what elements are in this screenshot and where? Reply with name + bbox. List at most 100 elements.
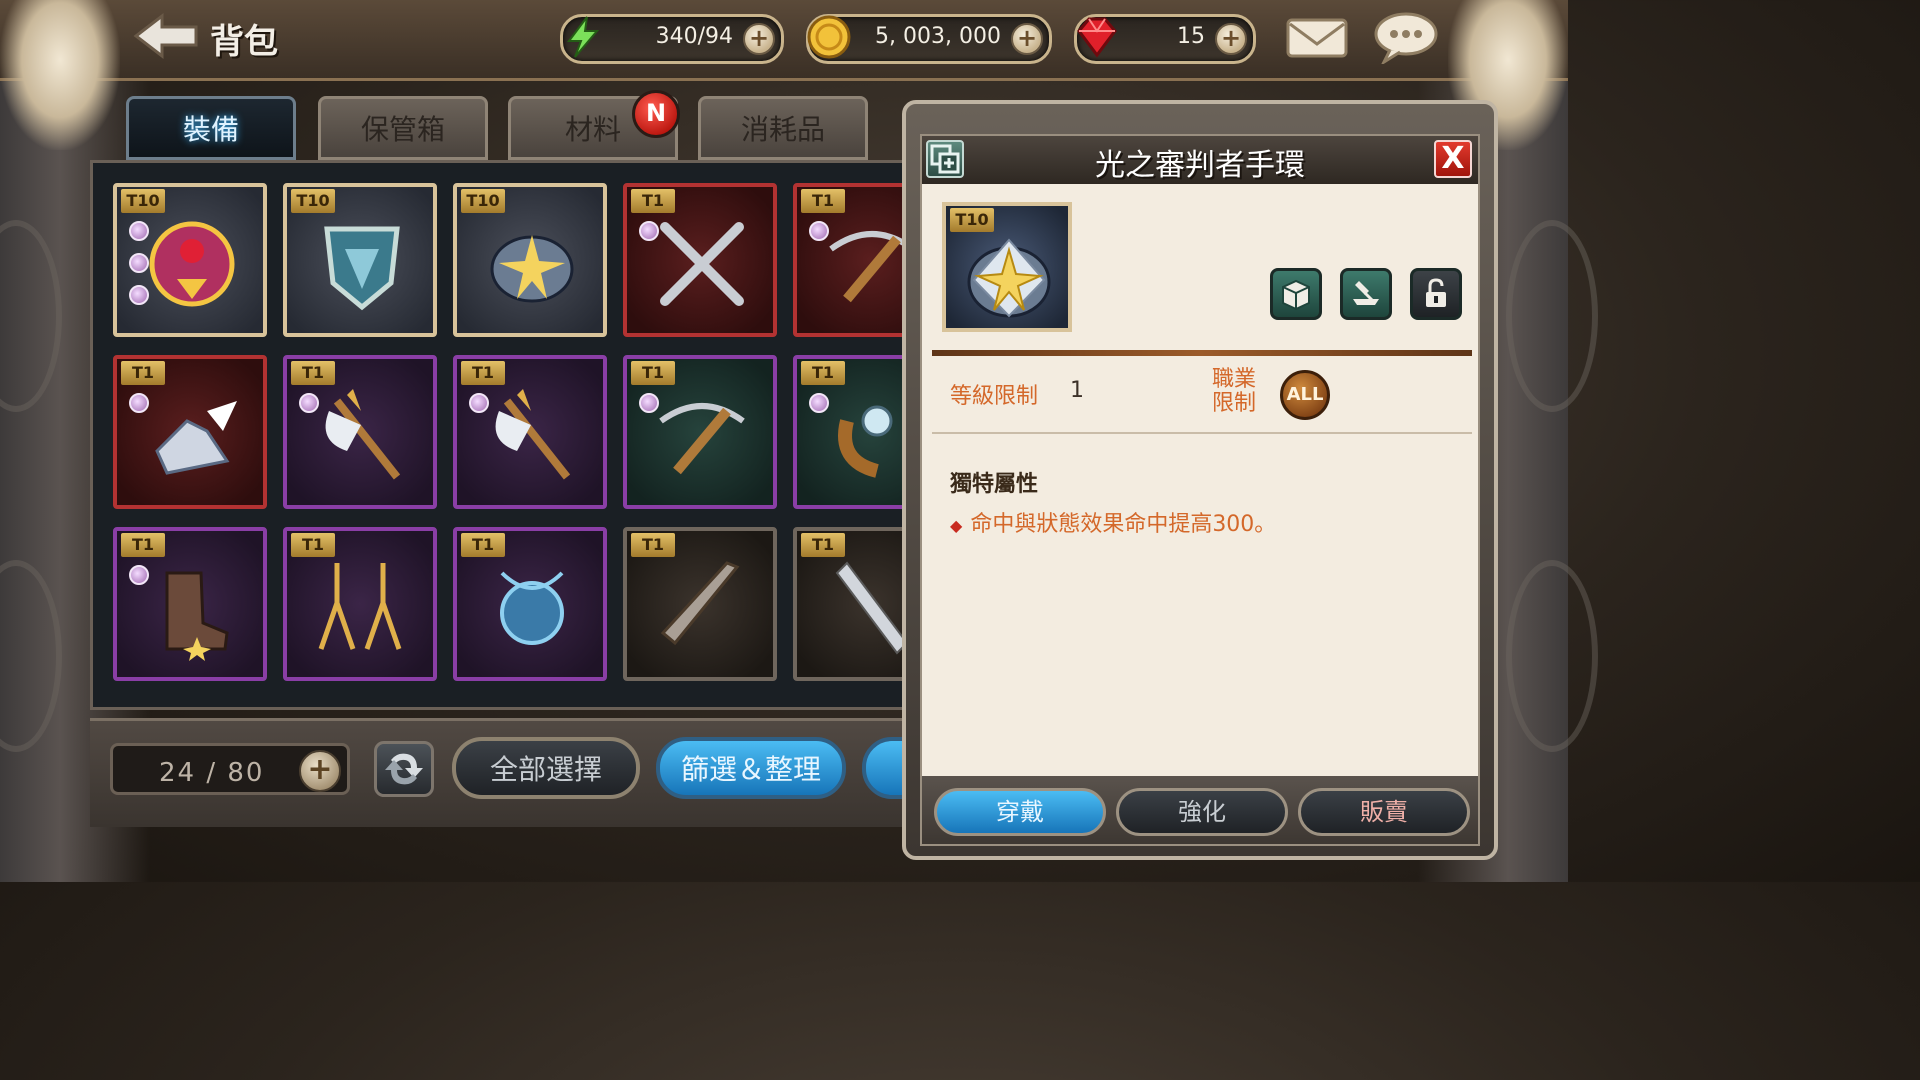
boot-icon (165, 571, 229, 661)
sell-button[interactable]: 販賣 (1298, 788, 1470, 836)
inventory-slot[interactable]: T1 (283, 355, 437, 509)
socket-gem-icon (469, 393, 489, 413)
inventory-toolbar: 24 / 80 + 全部選擇 篩選＆整理 (90, 718, 922, 827)
gem-bar: 15 + (1074, 14, 1256, 64)
socket-gem-icon (639, 221, 659, 241)
socket-gem-icon (809, 393, 829, 413)
chat-bubble-icon (1374, 12, 1438, 67)
item-action-bar: 穿戴 強化 販賣 (922, 776, 1478, 844)
tier-label: T1 (291, 361, 335, 385)
inventory-slot[interactable]: T10 (113, 183, 267, 337)
close-button[interactable]: X (1434, 140, 1472, 178)
tier-label: T1 (461, 533, 505, 557)
page-title: 背包 (210, 22, 278, 62)
orb-icon (838, 405, 893, 478)
tier-label: T10 (461, 189, 505, 213)
inventory-slot[interactable]: T1 (623, 527, 777, 681)
tier-label: T10 (291, 189, 335, 213)
filter-sort-button[interactable]: 篩選＆整理 (656, 737, 846, 799)
blade-icon (835, 561, 907, 655)
shield-icon (324, 226, 400, 311)
back-button[interactable] (132, 12, 202, 60)
inventory-slot[interactable]: T10 (453, 183, 607, 337)
tier-label: T1 (631, 361, 675, 385)
inventory-slot[interactable]: T1 (113, 355, 267, 509)
job-limit-label-line1: 職業 (1212, 367, 1257, 392)
add-gold-button[interactable]: + (1011, 23, 1043, 55)
right-scroll-decoration (1506, 220, 1598, 412)
inventory-grid: T10 T10 T10 T1 T1 T1 T1 T1 T1 T1 T1 T1 T1 T1 T1 (90, 160, 910, 710)
tier-label: T1 (461, 361, 505, 385)
inventory-slot[interactable]: T10 (283, 183, 437, 337)
right-scroll-decoration (1506, 560, 1598, 752)
ruby-icon (1071, 11, 1123, 63)
inventory-slot[interactable]: T1 (793, 355, 907, 509)
tab-equipment[interactable]: 裝備 (126, 96, 296, 160)
back-arrow-icon (133, 12, 198, 60)
unique-attribute: ◆ 命中與狀態效果命中提高300。 (950, 506, 1276, 538)
crossbow-icon (659, 403, 745, 475)
lightning-icon (557, 11, 609, 63)
add-stamina-button[interactable]: + (743, 23, 775, 55)
tier-label: T1 (291, 533, 335, 557)
socket-gem-icon (639, 393, 659, 413)
stamina-value: 340/94 (655, 24, 733, 49)
earrings-icon (318, 563, 402, 650)
gauntlet-icon (490, 235, 574, 303)
inventory-slot[interactable]: T1 (793, 527, 907, 681)
level-limit-value: 1 (1070, 378, 1084, 403)
gold-bar: 5, 003, 000 + (806, 14, 1052, 64)
tier-label: T1 (801, 533, 845, 557)
unique-attribute-text: 命中與狀態效果命中提高300。 (970, 512, 1277, 537)
add-gems-button[interactable]: + (1215, 23, 1247, 55)
tab-storage[interactable]: 保管箱 (318, 96, 488, 160)
enhance-button[interactable]: 強化 (1116, 788, 1288, 836)
chat-button[interactable] (1372, 10, 1440, 67)
divider (932, 432, 1472, 434)
job-limit-label: 職業 限制 (1212, 368, 1256, 416)
inventory-slot[interactable]: T1 (113, 527, 267, 681)
diamond-bullet-icon: ◆ (950, 516, 963, 535)
tier-label: T1 (631, 533, 675, 557)
tier-label: T1 (121, 533, 165, 557)
item-box-button[interactable] (1270, 268, 1322, 320)
tab-consumables[interactable]: 消耗品 (698, 96, 868, 160)
anvil-hammer-icon (1353, 281, 1379, 305)
inventory-slot[interactable]: T1 (283, 527, 437, 681)
inventory-slot[interactable]: T1 (623, 183, 777, 337)
capacity-count: 24 / 80 (159, 758, 265, 788)
socket-gem-icon (129, 285, 149, 305)
envelope-icon (1286, 18, 1348, 58)
socket-gem-icon (129, 393, 149, 413)
inventory-slot[interactable]: T1 (453, 355, 607, 509)
inventory-slot[interactable]: T1 (623, 355, 777, 509)
winged-boots-icon (155, 401, 237, 475)
gauntlet-icon (967, 238, 1051, 318)
select-all-button[interactable]: 全部選擇 (452, 737, 640, 799)
divider (932, 350, 1472, 356)
tier-label: T1 (801, 361, 845, 385)
capacity-box: 24 / 80 + (110, 743, 350, 795)
equip-button[interactable]: 穿戴 (934, 788, 1106, 836)
item-detail-header: 光之審判者手環 X (922, 136, 1478, 184)
item-detail-panel: 光之審判者手環 X T10 等級限制 1 職業 限制 ALL 獨特屬性 ◆ 命中… (902, 100, 1498, 860)
top-bar: 背包 340/94 + 5, 003, 000 + 15 + (0, 0, 1568, 81)
refresh-button[interactable] (374, 741, 434, 797)
forge-button[interactable] (1340, 268, 1392, 320)
greatsword-icon (660, 561, 740, 646)
socket-gem-icon (809, 221, 829, 241)
ruby-amulet-icon (149, 221, 235, 307)
crossbow-icon (829, 231, 907, 303)
box-icon (1282, 279, 1310, 311)
all-classes-badge: ALL (1280, 370, 1330, 420)
inventory-slot[interactable]: T1 (453, 527, 607, 681)
expand-capacity-button[interactable]: + (299, 750, 341, 792)
refresh-icon (385, 753, 423, 785)
gold-coin-icon (803, 11, 855, 63)
item-name: 光之審判者手環 (1095, 148, 1305, 183)
tier-label: T10 (121, 189, 165, 213)
inventory-slot[interactable]: T1 (793, 183, 907, 337)
lock-button[interactable] (1410, 268, 1462, 320)
tier-label: T1 (801, 189, 845, 213)
mail-button[interactable] (1284, 14, 1350, 60)
